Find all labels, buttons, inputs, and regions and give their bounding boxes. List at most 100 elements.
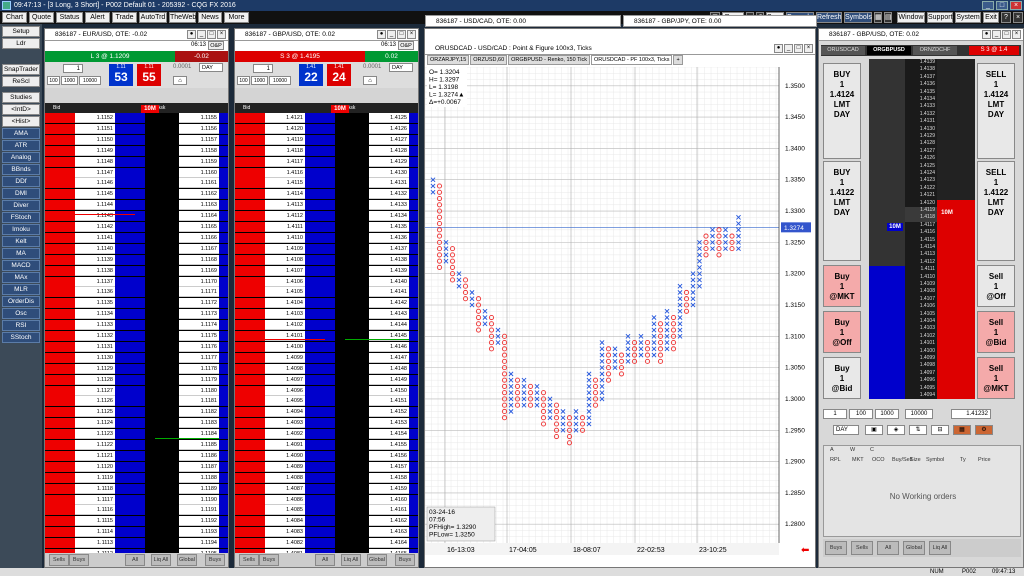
sell-cell[interactable]: [409, 494, 418, 505]
ladder-row[interactable]: 1.1124 1.1183: [45, 418, 228, 429]
ladder-row[interactable]: 1.4131: [869, 118, 975, 126]
buy-cell[interactable]: [235, 363, 265, 374]
ladder-row[interactable]: 1.1116 1.1191: [45, 505, 228, 516]
sell-cell[interactable]: [219, 341, 228, 352]
buy-cell[interactable]: [235, 429, 265, 440]
buy-cell[interactable]: [235, 178, 265, 189]
qty-preset-100[interactable]: 100: [237, 76, 250, 85]
panel-header[interactable]: 836187 - EUR/USD, OTE: -0.02 ● _ □ ×: [45, 29, 228, 41]
ladder-row[interactable]: 1.4114: [869, 244, 975, 252]
sidebar-btn-kelt[interactable]: Kelt: [2, 236, 40, 247]
sell-cell[interactable]: [409, 429, 418, 440]
buy-offer-button[interactable]: Buy 1 @Off: [823, 311, 861, 353]
sell-cell[interactable]: [409, 407, 418, 418]
sell-cell[interactable]: [219, 418, 228, 429]
menu-more[interactable]: More: [224, 12, 249, 23]
buy-cell[interactable]: [235, 189, 265, 200]
buy-cell[interactable]: [45, 276, 75, 287]
ladder-row[interactable]: 1.4121: [869, 192, 975, 200]
sidebar-btn-max[interactable]: MAx: [2, 272, 40, 283]
buy-cell[interactable]: [45, 145, 75, 156]
ladder-row[interactable]: 1.1129 1.1178: [45, 363, 228, 374]
tab-add[interactable]: +: [673, 55, 683, 65]
footer-global-button[interactable]: Global: [367, 554, 387, 566]
sidebar-btn-sstoch[interactable]: SStoch: [2, 332, 40, 343]
sell-cell[interactable]: [409, 134, 418, 145]
ladder-row[interactable]: 1.4096: [869, 377, 975, 385]
buy-cell[interactable]: [235, 320, 265, 331]
bracket-icon[interactable]: ⊟: [931, 425, 949, 435]
buy-cell[interactable]: [45, 352, 75, 363]
ladder-row[interactable]: 1.4099: [869, 355, 975, 363]
sell-cell[interactable]: [219, 450, 228, 461]
sell-cell[interactable]: [409, 527, 418, 538]
sell-cell[interactable]: [409, 374, 418, 385]
sell-cell[interactable]: [219, 483, 228, 494]
ladder-row[interactable]: 1.4086 1.4160: [235, 494, 418, 505]
buy-cell[interactable]: [45, 461, 75, 472]
footer-buys-button[interactable]: Buys: [259, 554, 279, 566]
trailing-icon[interactable]: ⇅: [909, 425, 927, 435]
sell-cell[interactable]: [409, 178, 418, 189]
ladder-row[interactable]: 1.4127: [869, 147, 975, 156]
menu-symbols[interactable]: Symbols: [844, 12, 872, 23]
sidebar-btn-macd[interactable]: MACD: [2, 260, 40, 271]
buy-cell[interactable]: [45, 320, 75, 331]
minimize-button[interactable]: _: [982, 1, 994, 10]
ladder-row[interactable]: 1.1118 1.1189: [45, 483, 228, 494]
ladder-row[interactable]: 1.1147 1.1160: [45, 167, 228, 178]
close-icon[interactable]: ×: [407, 30, 416, 39]
buy-cell[interactable]: [235, 134, 265, 145]
sell-cell[interactable]: [409, 113, 418, 124]
scroll-right-arrow-icon[interactable]: ⬅: [801, 545, 809, 556]
buy-bid-button[interactable]: Buy 1 @Bid: [823, 357, 861, 399]
column-header[interactable]: W: [850, 447, 855, 453]
ladder-row[interactable]: 1.4098 1.4148: [235, 363, 418, 374]
account-icon[interactable]: ▦: [953, 425, 971, 435]
sell-cell[interactable]: [409, 331, 418, 342]
menu-autotrd[interactable]: AutoTrd: [139, 12, 167, 23]
buy-cell[interactable]: [45, 505, 75, 516]
footer-buys-button[interactable]: Buys: [205, 554, 225, 566]
maximize-icon[interactable]: □: [1002, 30, 1011, 39]
buy-cell[interactable]: [235, 494, 265, 505]
buy-cell[interactable]: [235, 352, 265, 363]
sell-cell[interactable]: [219, 222, 228, 233]
ladder-row[interactable]: 1.4104 1.4142: [235, 298, 418, 309]
buy-cell[interactable]: [235, 298, 265, 309]
ladder-row[interactable]: 1.1114 1.1193: [45, 527, 228, 538]
ladder-row[interactable]: 1.4108 1.4138: [235, 254, 418, 265]
buy-cell[interactable]: [235, 505, 265, 516]
sidebar-btn-snaptrader[interactable]: SnapTrader: [2, 64, 40, 75]
ladder-row[interactable]: 1.4121 1.4125: [235, 113, 418, 124]
column-header[interactable]: RPL: [830, 457, 841, 463]
ladder-row[interactable]: 1.4138: [869, 66, 975, 74]
ladder-row[interactable]: 1.4116 1.4130: [235, 167, 418, 178]
ladder-row[interactable]: 1.4106: [869, 303, 975, 311]
ladder-row[interactable]: 1.4119 1.4127: [235, 134, 418, 145]
maximize-button[interactable]: □: [996, 1, 1008, 10]
footer-buys-button[interactable]: Buys: [825, 541, 847, 555]
ladder-row[interactable]: 1.4098: [869, 362, 975, 370]
buy-cell[interactable]: [45, 538, 75, 549]
help-icon[interactable]: ?: [1001, 12, 1011, 23]
sell-cell[interactable]: [409, 189, 418, 200]
buy-cell[interactable]: [235, 145, 265, 156]
ladder-row[interactable]: 1.4092 1.4154: [235, 429, 418, 440]
sell-cell[interactable]: [409, 440, 418, 451]
sidebar-btn-mlr[interactable]: MLR: [2, 284, 40, 295]
sidebar-btn-ldr[interactable]: Ldr: [2, 38, 40, 49]
ladder-row[interactable]: 1.4136: [869, 81, 975, 89]
sidebar-btn-rescl[interactable]: ReScl: [2, 76, 40, 87]
sell-cell[interactable]: [219, 505, 228, 516]
ladder-row[interactable]: 1.1127 1.1180: [45, 385, 228, 396]
ladder-row[interactable]: 1.1143 1.1164: [45, 211, 228, 222]
buy-cell[interactable]: [45, 450, 75, 461]
ladder-row[interactable]: 1.4095: [869, 384, 975, 392]
sell-cell[interactable]: [219, 440, 228, 451]
limit-icon[interactable]: ◈: [887, 425, 905, 435]
ladder-row[interactable]: 1.4129: [869, 133, 975, 141]
ladder-row[interactable]: 1.4088 1.4158: [235, 472, 418, 483]
sell-cell[interactable]: [409, 254, 418, 265]
sell-cell[interactable]: [219, 407, 228, 418]
